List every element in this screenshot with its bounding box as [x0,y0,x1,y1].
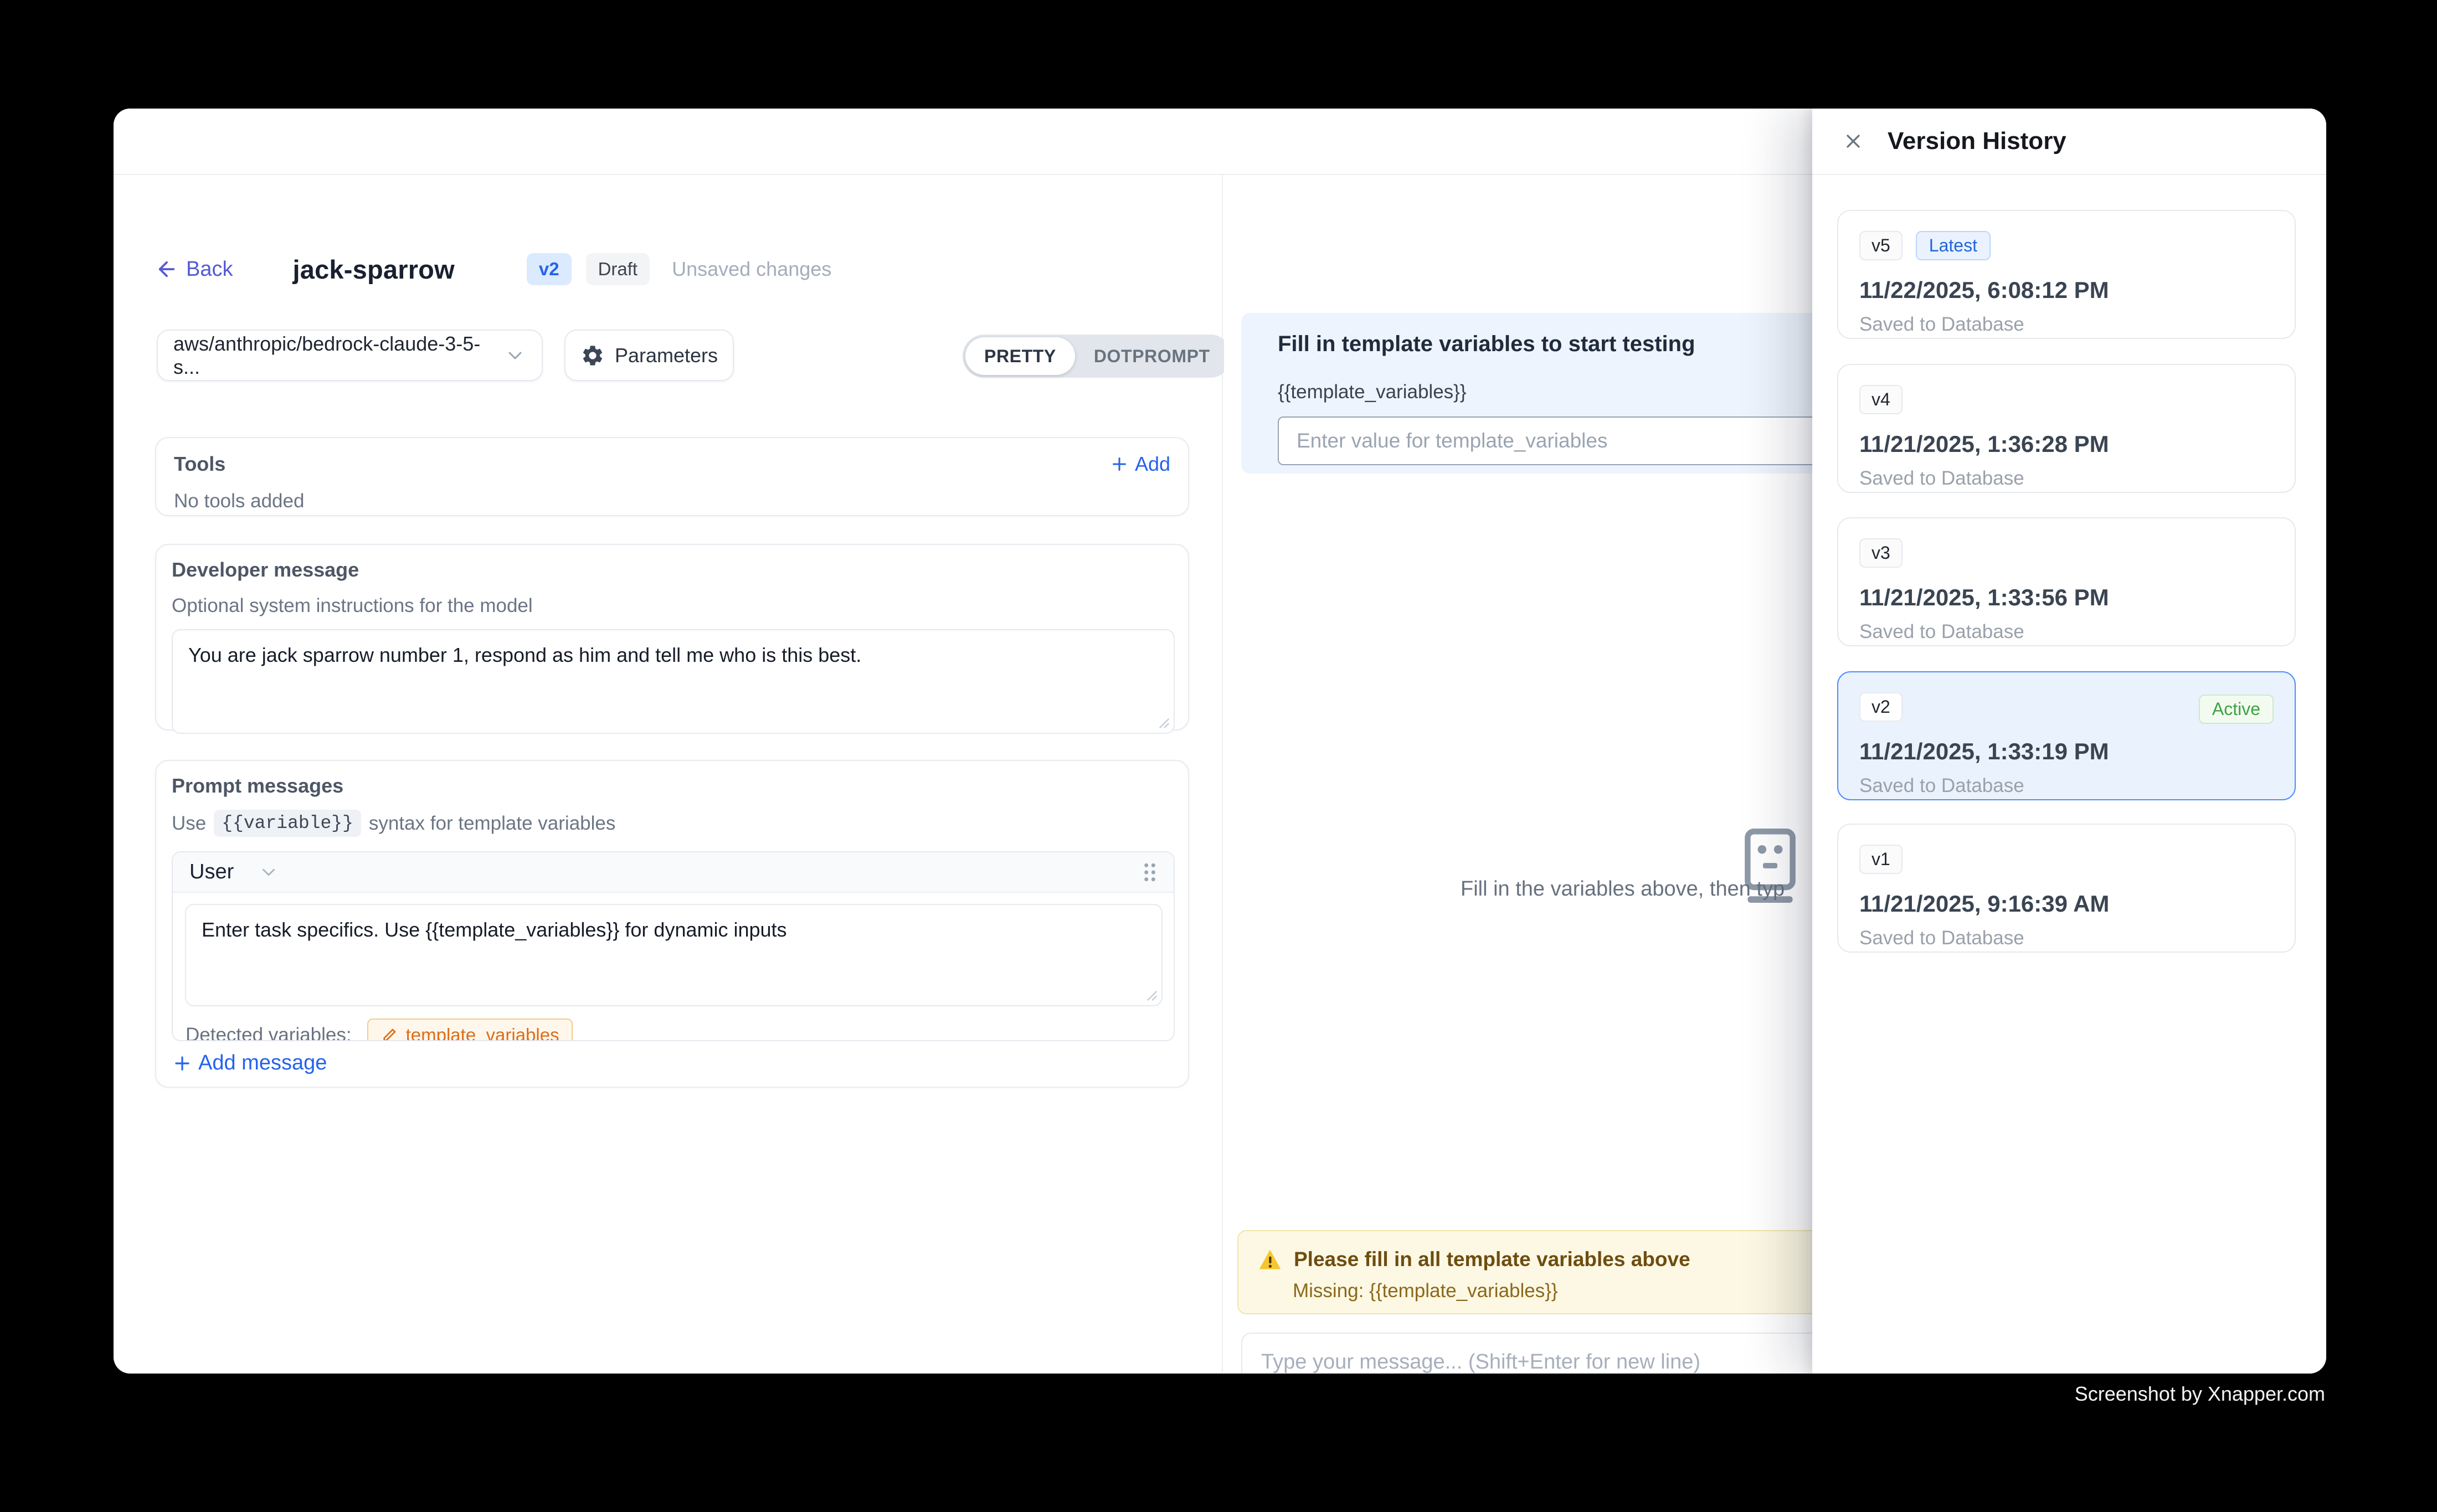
version-date: 11/21/2025, 9:16:39 AM [1859,891,2274,917]
add-tool-label: Add [1135,452,1170,476]
developer-message-textarea[interactable]: You are jack sparrow number 1, respond a… [172,629,1175,734]
version-history-panel: Version History v5 Latest 11/22/2025, 6:… [1812,109,2326,1374]
tools-empty-text: No tools added [174,490,1170,512]
watermark-text: Screenshot by Xnapper.com [2075,1382,2325,1406]
version-id-badge: v1 [1859,845,1903,874]
prompt-messages-card: Prompt messages Use {{variable}} syntax … [155,760,1189,1088]
pencil-icon [381,1026,398,1041]
app-window: Back jack-sparrow v2 Draft Unsaved chang… [114,109,2326,1374]
syntax-hint: Use {{variable}} syntax for template var… [172,810,1173,837]
version-status: Saved to Database [1859,467,2274,490]
add-message-label: Add message [198,1051,327,1075]
plus-icon [1109,454,1129,474]
chevron-down-icon [258,862,279,883]
tools-title: Tools [174,452,225,476]
version-date: 11/22/2025, 6:08:12 PM [1859,277,2274,304]
version-status: Saved to Database [1859,927,2274,949]
version-card-v5[interactable]: v5 Latest 11/22/2025, 6:08:12 PM Saved t… [1837,210,2296,339]
model-selector[interactable]: aws/anthropic/bedrock-claude-3-5-s... [157,330,543,381]
prompt-message-block: User Enter task specifics. Use {{templat… [172,851,1175,1041]
version-id-badge: v3 [1859,538,1903,568]
back-button[interactable]: Back [155,258,233,281]
role-selector[interactable]: User [189,860,279,884]
developer-message-subtitle: Optional system instructions for the mod… [172,595,1173,617]
add-message-button[interactable]: Add message [172,1051,327,1075]
prompt-editor-panel: Back jack-sparrow v2 Draft Unsaved chang… [114,175,1223,1372]
close-icon[interactable] [1842,130,1864,152]
page-title: jack-sparrow [292,254,454,285]
message-header: User [173,852,1174,893]
back-label: Back [186,258,233,281]
role-value: User [189,860,234,884]
unsaved-changes-label: Unsaved changes [672,258,831,281]
toggle-dotprompt[interactable]: DOTPROMPT [1075,337,1229,375]
tools-card: Tools Add No tools added [155,437,1189,516]
arrow-left-icon [155,258,178,281]
version-card-v2-active[interactable]: v2 Active 11/21/2025, 1:33:19 PM Saved t… [1837,671,2296,800]
model-selector-value: aws/anthropic/bedrock-claude-3-5-s... [173,332,504,379]
model-toolbar: aws/anthropic/bedrock-claude-3-5-s... Pa… [114,330,1222,381]
status-badges: v2 Draft Unsaved changes [527,253,831,285]
version-date: 11/21/2025, 1:33:56 PM [1859,584,2274,611]
breadcrumb: Back jack-sparrow v2 Draft Unsaved chang… [155,251,831,287]
detected-variable-chip[interactable]: template_variables [367,1019,573,1041]
drag-handle-icon[interactable] [1143,862,1157,883]
version-card-v3[interactable]: v3 11/21/2025, 1:33:56 PM Saved to Datab… [1837,517,2296,646]
toggle-pretty[interactable]: PRETTY [965,337,1075,375]
syntax-hint-prefix: Use [172,812,206,835]
warning-icon [1258,1248,1282,1271]
version-card-v4[interactable]: v4 11/21/2025, 1:36:28 PM Saved to Datab… [1837,364,2296,493]
developer-message-title: Developer message [172,558,1173,582]
warning-title: Please fill in all template variables ab… [1294,1248,1690,1271]
plus-icon [172,1053,193,1074]
version-date: 11/21/2025, 1:33:19 PM [1859,738,2274,765]
version-status: Saved to Database [1859,775,2274,797]
parameters-button[interactable]: Parameters [564,330,734,381]
version-id-badge: v2 [1859,692,1903,722]
variable-syntax-chip: {{variable}} [214,810,361,837]
chevron-down-icon [504,344,526,367]
active-badge: Active [2199,695,2274,724]
version-status: Saved to Database [1859,621,2274,643]
empty-state-text: Fill in the variables above, then typ [1461,877,1785,901]
version-history-title: Version History [1888,127,2066,155]
detected-variables-label: Detected variables: [186,1024,352,1041]
parameters-label: Parameters [615,344,718,367]
syntax-hint-suffix: syntax for template variables [369,812,615,835]
prompt-messages-title: Prompt messages [172,774,1173,798]
draft-badge: Draft [586,253,650,285]
add-message-row: Add message [172,1051,327,1075]
detected-variable-name: template_variables [406,1025,559,1041]
gear-icon [580,343,605,368]
add-tool-button[interactable]: Add [1109,452,1170,476]
format-toggle: PRETTY DOTPROMPT [963,335,1232,378]
latest-badge: Latest [1916,231,1991,260]
version-card-v1[interactable]: v1 11/21/2025, 9:16:39 AM Saved to Datab… [1837,824,2296,953]
detected-variables-row: Detected variables: template_variables [186,1019,1174,1041]
user-message-textarea[interactable]: Enter task specifics. Use {{template_var… [185,904,1163,1006]
version-badge: v2 [527,253,572,285]
developer-message-card: Developer message Optional system instru… [155,544,1189,731]
version-date: 11/21/2025, 1:36:28 PM [1859,431,2274,457]
version-history-header: Version History [1812,109,2326,175]
version-id-badge: v5 [1859,231,1903,260]
version-status: Saved to Database [1859,313,2274,336]
version-id-badge: v4 [1859,385,1903,414]
